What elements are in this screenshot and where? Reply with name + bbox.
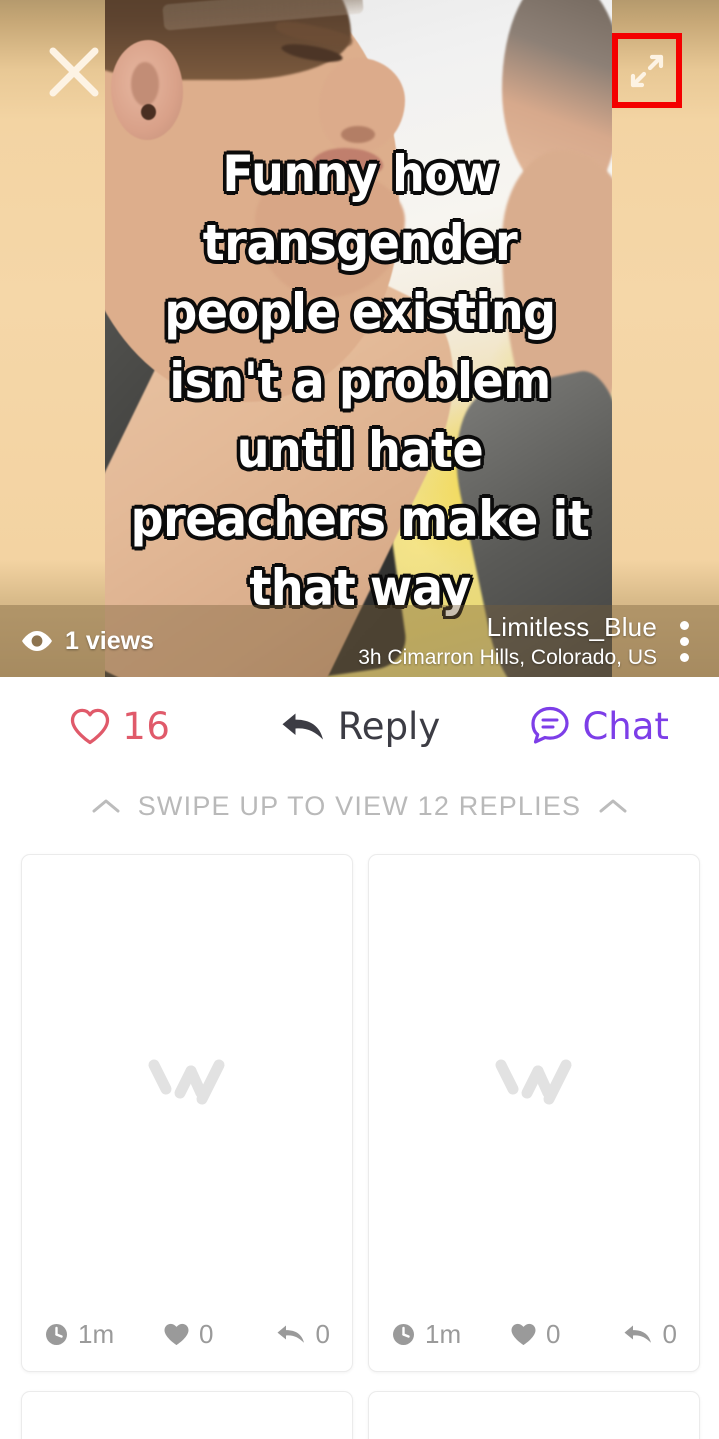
reply-card-footer: 1m 0 0 <box>369 1305 699 1371</box>
reply-replies-label: 0 <box>315 1318 330 1349</box>
hearts-count: 16 <box>122 704 171 748</box>
reply-card-body <box>22 855 352 1305</box>
dot <box>679 652 689 662</box>
expand-button-highlight[interactable] <box>612 33 682 108</box>
reply-time-label: 1m <box>425 1318 462 1349</box>
reply-card-footer: 1m 0 0 <box>22 1305 352 1371</box>
close-icon[interactable] <box>44 42 104 102</box>
dot <box>679 636 689 646</box>
chat-bubble-icon <box>529 705 571 747</box>
reply-time: 1m <box>391 1319 494 1350</box>
hearts-button[interactable]: 16 <box>0 677 240 775</box>
reply-hearts: 0 <box>147 1319 244 1350</box>
post-time-location: 3h Cimarron Hills, Colorado, US <box>358 645 657 669</box>
reply-card[interactable] <box>21 1391 353 1439</box>
reply-button[interactable]: Reply <box>240 677 480 775</box>
photo-nostril <box>341 126 375 143</box>
heart-outline-icon <box>69 707 111 745</box>
dot <box>679 620 689 630</box>
reply-label: Reply <box>337 704 441 748</box>
reply-card-body <box>369 1392 699 1439</box>
reply-replies: 0 <box>591 1319 677 1350</box>
post-meta-bar: 1 views Limitless_Blue 3h Cimarron Hills… <box>0 605 719 677</box>
post-username[interactable]: Limitless_Blue <box>358 612 657 642</box>
reply-arrow-icon <box>279 707 327 745</box>
chevron-up-icon <box>91 797 121 815</box>
chat-button[interactable]: Chat <box>479 677 719 775</box>
photo-ear-inner <box>131 62 159 106</box>
clock-icon <box>44 1322 69 1347</box>
whisper-post-screen: Funny how transgender people existing is… <box>0 0 719 1439</box>
post-author-group: Limitless_Blue 3h Cimarron Hills, Colora… <box>358 611 707 671</box>
reply-card[interactable] <box>368 1391 700 1439</box>
swipe-up-replies-row[interactable]: SWIPE UP TO VIEW 12 REPLIES <box>0 775 719 837</box>
photo-earring <box>141 104 156 120</box>
chevron-up-icon <box>598 797 628 815</box>
post-media-area[interactable]: Funny how transgender people existing is… <box>0 0 719 677</box>
views-count: 1 views <box>65 626 154 655</box>
reply-time-label: 1m <box>78 1318 115 1349</box>
heart-filled-icon <box>163 1322 190 1347</box>
reply-replies: 0 <box>244 1319 330 1350</box>
heart-filled-icon <box>510 1322 537 1347</box>
eye-icon <box>20 630 54 652</box>
reply-card[interactable]: 1m 0 0 <box>368 854 700 1372</box>
reply-arrow-icon <box>622 1322 654 1346</box>
post-action-bar: 16 Reply Chat <box>0 677 719 775</box>
post-photo <box>105 0 612 677</box>
views-group: 1 views <box>20 627 154 656</box>
clock-icon <box>391 1322 416 1347</box>
whisper-w-logo <box>491 1049 577 1111</box>
post-author-texts: Limitless_Blue 3h Cimarron Hills, Colora… <box>358 612 657 670</box>
swipe-up-label: SWIPE UP TO VIEW 12 REPLIES <box>137 790 582 821</box>
reply-replies-label: 0 <box>662 1318 677 1349</box>
reply-arrow-icon <box>275 1322 307 1346</box>
reply-hearts-label: 0 <box>198 1318 214 1349</box>
reply-hearts: 0 <box>494 1319 591 1350</box>
reply-card[interactable]: 1m 0 0 <box>21 854 353 1372</box>
more-vertical-icon[interactable] <box>661 611 707 671</box>
reply-time: 1m <box>44 1319 147 1350</box>
expand-icon[interactable] <box>618 39 676 102</box>
reply-card-body <box>369 855 699 1305</box>
whisper-w-logo <box>144 1049 230 1111</box>
reply-hearts-label: 0 <box>545 1318 561 1349</box>
replies-grid: 1m 0 0 1m 0 0 <box>0 837 719 1439</box>
chat-label: Chat <box>582 704 669 748</box>
reply-card-body <box>22 1392 352 1439</box>
